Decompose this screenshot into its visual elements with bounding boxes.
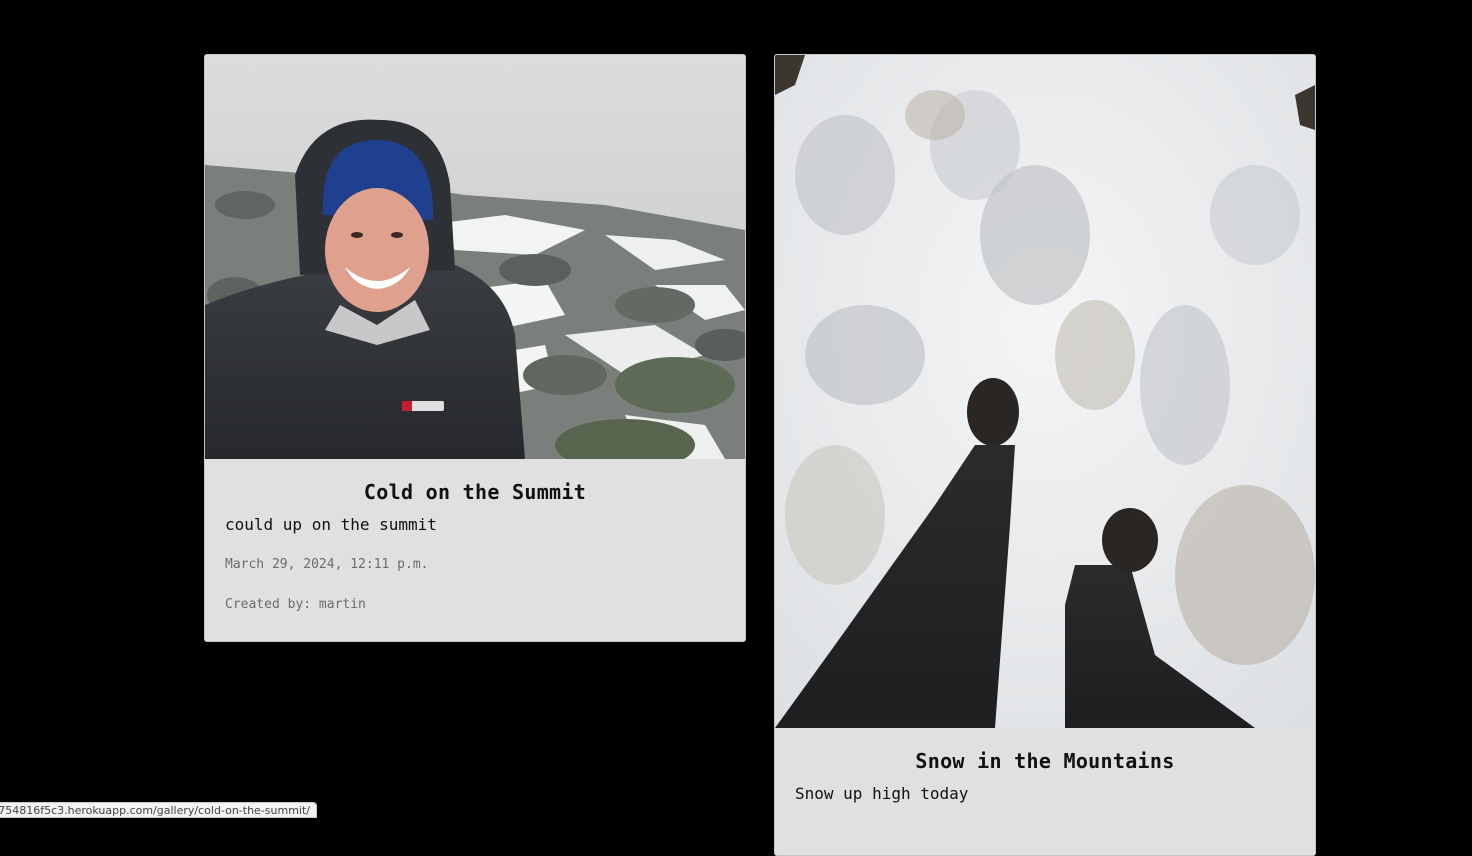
snowy-footprints-photo[interactable]	[775, 55, 1315, 728]
card-author: Created by: martin	[225, 597, 366, 612]
gallery-card-snow-in-the-mountains[interactable]: Snow in the Mountains Snow up high today	[774, 54, 1316, 856]
summit-selfie-photo[interactable]	[205, 55, 745, 459]
card-description: Snow up high today	[795, 784, 969, 803]
gallery-card-cold-on-the-summit[interactable]: Cold on the Summit could up on the summi…	[204, 54, 746, 642]
card-title[interactable]: Snow in the Mountains	[795, 749, 1295, 773]
gallery: Cold on the Summit could up on the summi…	[0, 0, 1472, 856]
card-date: March 29, 2024, 12:11 p.m.	[225, 557, 429, 572]
status-url: 754816f5c3.herokuapp.com/gallery/cold-on…	[0, 804, 310, 817]
card-description: could up on the summit	[225, 515, 437, 534]
card-title[interactable]: Cold on the Summit	[225, 480, 725, 504]
